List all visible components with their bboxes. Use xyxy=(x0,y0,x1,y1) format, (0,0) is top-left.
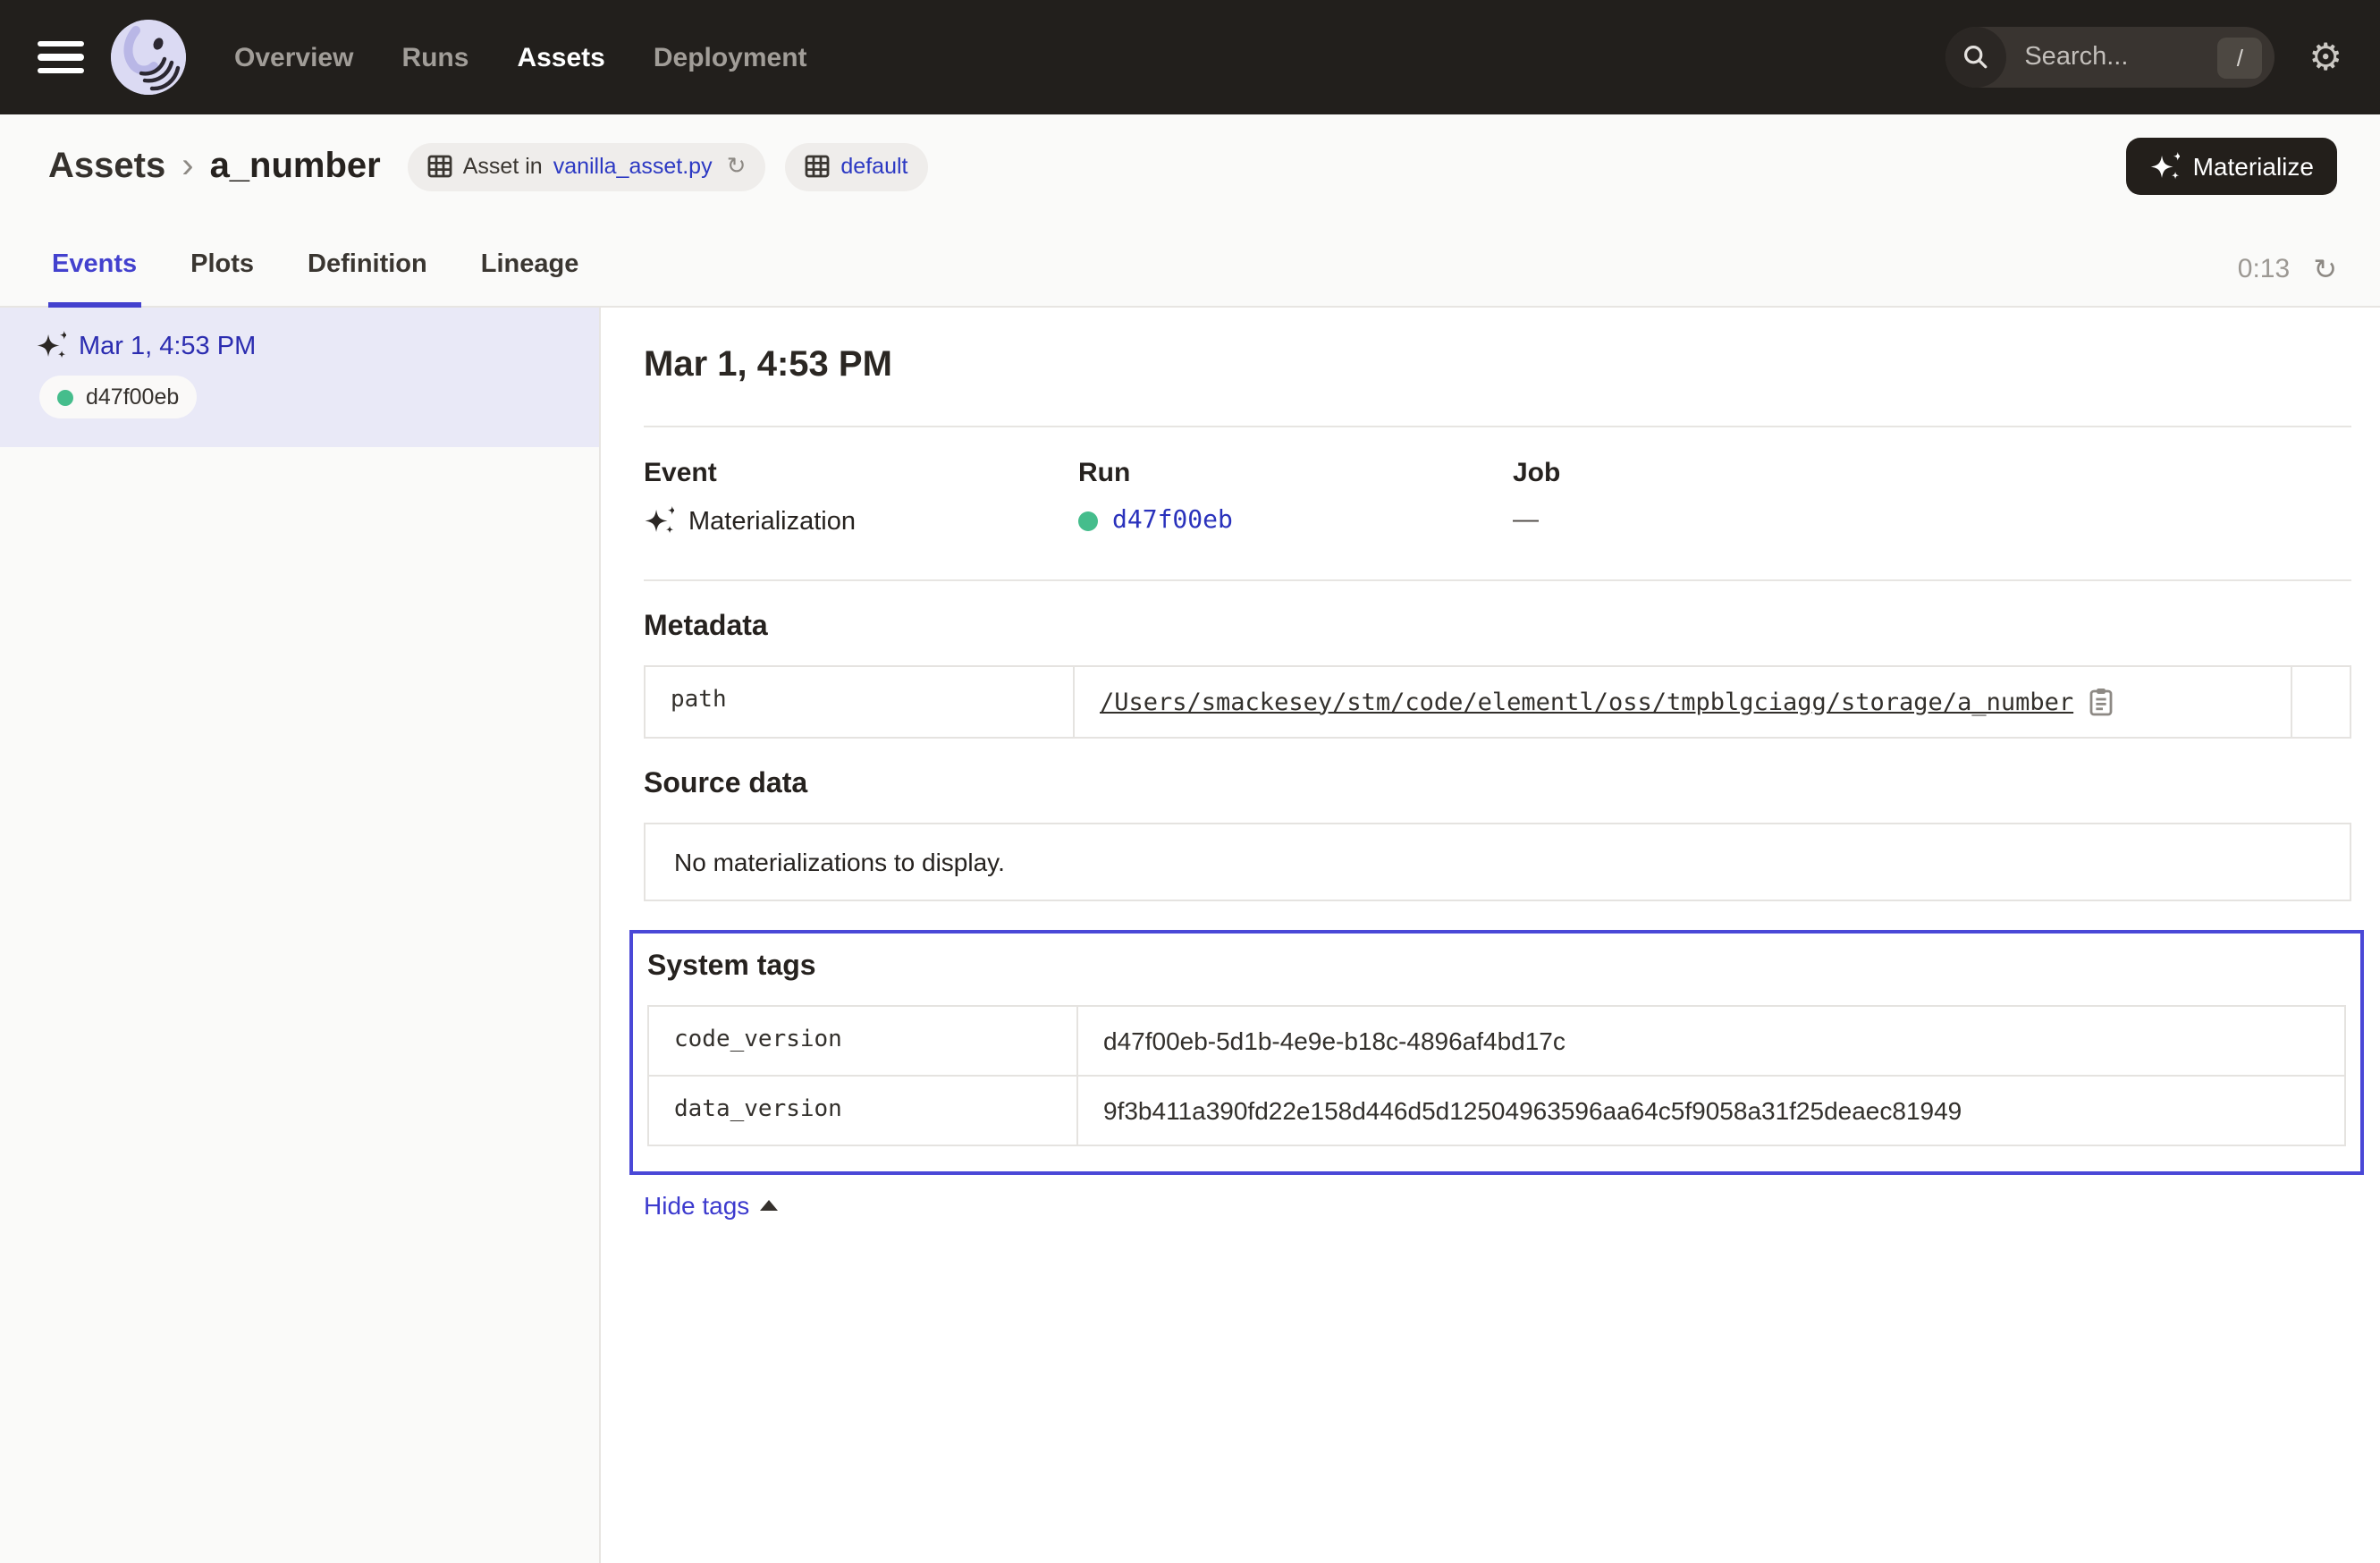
metadata-table: path /Users/smackesey/stm/code/elementl/… xyxy=(644,665,2351,739)
primary-nav: Overview Runs Assets Deployment xyxy=(234,42,807,72)
event-summary-row: Event Materialization Run d47f00eb xyxy=(644,427,2351,579)
dagster-app: Overview Runs Assets Deployment / ⚙ Asse… xyxy=(0,0,2380,1563)
asset-tabs: Events Plots Definition Lineage 0:13 ↻ xyxy=(0,204,2380,308)
search-icon xyxy=(1945,27,2006,88)
search-input[interactable] xyxy=(2021,41,2192,73)
materialize-button-label: Materialize xyxy=(2193,152,2314,181)
metadata-key: path xyxy=(646,667,1075,737)
asset-badge-file-link[interactable]: vanilla_asset.py xyxy=(553,154,713,179)
event-list-item[interactable]: Mar 1, 4:53 PM d47f00eb xyxy=(0,308,599,447)
event-type-value: Materialization xyxy=(688,507,856,536)
system-tags-table: code_version d47f00eb-5d1b-4e9e-b18c-489… xyxy=(647,1005,2346,1146)
tab-plots[interactable]: Plots xyxy=(187,250,257,308)
metadata-row-end-cell xyxy=(2291,667,2350,737)
system-tag-row-end-cell xyxy=(2285,1007,2344,1075)
hide-tags-label: Hide tags xyxy=(644,1191,749,1220)
system-tags-heading: System tags xyxy=(647,951,2346,984)
page-title-asset-name: a_number xyxy=(210,146,381,187)
event-detail-panel: Mar 1, 4:53 PM Event Materialization Run xyxy=(601,308,2380,1563)
repo-badge-label: default xyxy=(840,154,907,179)
copy-clipboard-icon[interactable] xyxy=(2088,687,2113,717)
nav-item-deployment[interactable]: Deployment xyxy=(654,42,807,72)
asset-definition-badge[interactable]: Asset in vanilla_asset.py ↻ xyxy=(408,142,766,190)
reload-definition-icon[interactable]: ↻ xyxy=(727,153,747,180)
event-timestamp: Mar 1, 4:53 PM xyxy=(79,332,256,360)
nav-item-assets[interactable]: Assets xyxy=(517,42,604,72)
source-data-heading: Source data xyxy=(644,769,2351,801)
tab-definition[interactable]: Definition xyxy=(304,250,431,308)
table-row: path /Users/smackesey/stm/code/elementl/… xyxy=(646,667,2350,737)
repo-grid-icon xyxy=(805,154,830,179)
nav-item-runs[interactable]: Runs xyxy=(401,42,468,72)
metadata-path-link[interactable]: /Users/smackesey/stm/code/elementl/oss/t… xyxy=(1100,688,2073,716)
search-shortcut-key: / xyxy=(2217,37,2262,78)
system-tag-key: data_version xyxy=(649,1077,1078,1145)
run-status-dot xyxy=(57,389,73,405)
system-tag-value: d47f00eb-5d1b-4e9e-b18c-4896af4bd17c xyxy=(1103,1027,1566,1055)
dagster-logo-icon[interactable] xyxy=(111,20,186,95)
table-row: data_version 9f3b411a390fd22e158d446d5d1… xyxy=(649,1075,2344,1145)
repository-badge[interactable]: default xyxy=(785,142,927,190)
settings-gear-icon[interactable]: ⚙ xyxy=(2308,38,2342,76)
asset-badge-prefix: Asset in xyxy=(463,154,543,179)
content-area: Mar 1, 4:53 PM d47f00eb Mar 1, 4:53 PM E… xyxy=(0,308,2380,1563)
materialization-sparkle-icon xyxy=(644,506,674,536)
event-column-label: Event xyxy=(644,458,1078,488)
search-box[interactable]: / xyxy=(1945,27,2275,88)
job-value: — xyxy=(1513,506,2351,535)
nav-item-overview[interactable]: Overview xyxy=(234,42,353,72)
refresh-countdown: 0:13 xyxy=(2238,254,2290,306)
metadata-heading: Metadata xyxy=(644,612,2351,644)
event-detail-title: Mar 1, 4:53 PM xyxy=(644,345,2351,386)
breadcrumb-assets-link[interactable]: Assets xyxy=(48,146,165,187)
job-column-label: Job xyxy=(1513,458,2351,488)
hamburger-menu-icon[interactable] xyxy=(38,41,84,73)
system-tag-value: 9f3b411a390fd22e158d446d5d12504963596aa6… xyxy=(1103,1096,1962,1125)
tab-lineage[interactable]: Lineage xyxy=(477,250,583,308)
event-list-sidebar: Mar 1, 4:53 PM d47f00eb xyxy=(0,308,601,1563)
run-id-link[interactable]: d47f00eb xyxy=(1112,506,1233,535)
table-grid-icon xyxy=(427,154,452,179)
refresh-icon[interactable]: ↻ xyxy=(2313,252,2337,306)
run-pill-label: d47f00eb xyxy=(86,384,179,410)
tab-events[interactable]: Events xyxy=(48,250,140,308)
event-column: Event Materialization xyxy=(644,458,1078,536)
sparkle-icon xyxy=(2150,151,2181,182)
materialization-sparkle-icon xyxy=(36,331,66,361)
job-column: Job — xyxy=(1513,458,2351,536)
table-row: code_version d47f00eb-5d1b-4e9e-b18c-489… xyxy=(649,1007,2344,1075)
run-status-dot xyxy=(1078,511,1098,530)
run-column-label: Run xyxy=(1078,458,1513,488)
page-header: Assets › a_number Asset in vanilla_asset… xyxy=(0,114,2380,204)
system-tags-highlight-box: System tags code_version d47f00eb-5d1b-4… xyxy=(629,930,2364,1175)
materialize-button[interactable]: Materialize xyxy=(2127,138,2337,195)
breadcrumb-separator: › xyxy=(181,146,193,187)
caret-up-icon xyxy=(760,1200,778,1211)
system-tag-row-end-cell xyxy=(2285,1077,2344,1145)
system-tag-key: code_version xyxy=(649,1007,1078,1075)
run-column: Run d47f00eb xyxy=(1078,458,1513,536)
source-data-empty-message: No materializations to display. xyxy=(644,823,2351,901)
run-id-pill[interactable]: d47f00eb xyxy=(39,376,197,418)
hide-tags-link[interactable]: Hide tags xyxy=(644,1191,778,1220)
top-nav: Overview Runs Assets Deployment / ⚙ xyxy=(0,0,2380,114)
